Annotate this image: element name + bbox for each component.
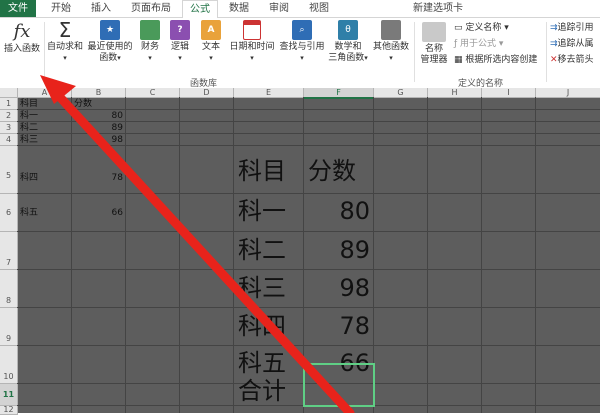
arrow-head (40, 75, 76, 104)
annotation-arrow (40, 75, 355, 413)
arrow-shaft (53, 90, 355, 413)
